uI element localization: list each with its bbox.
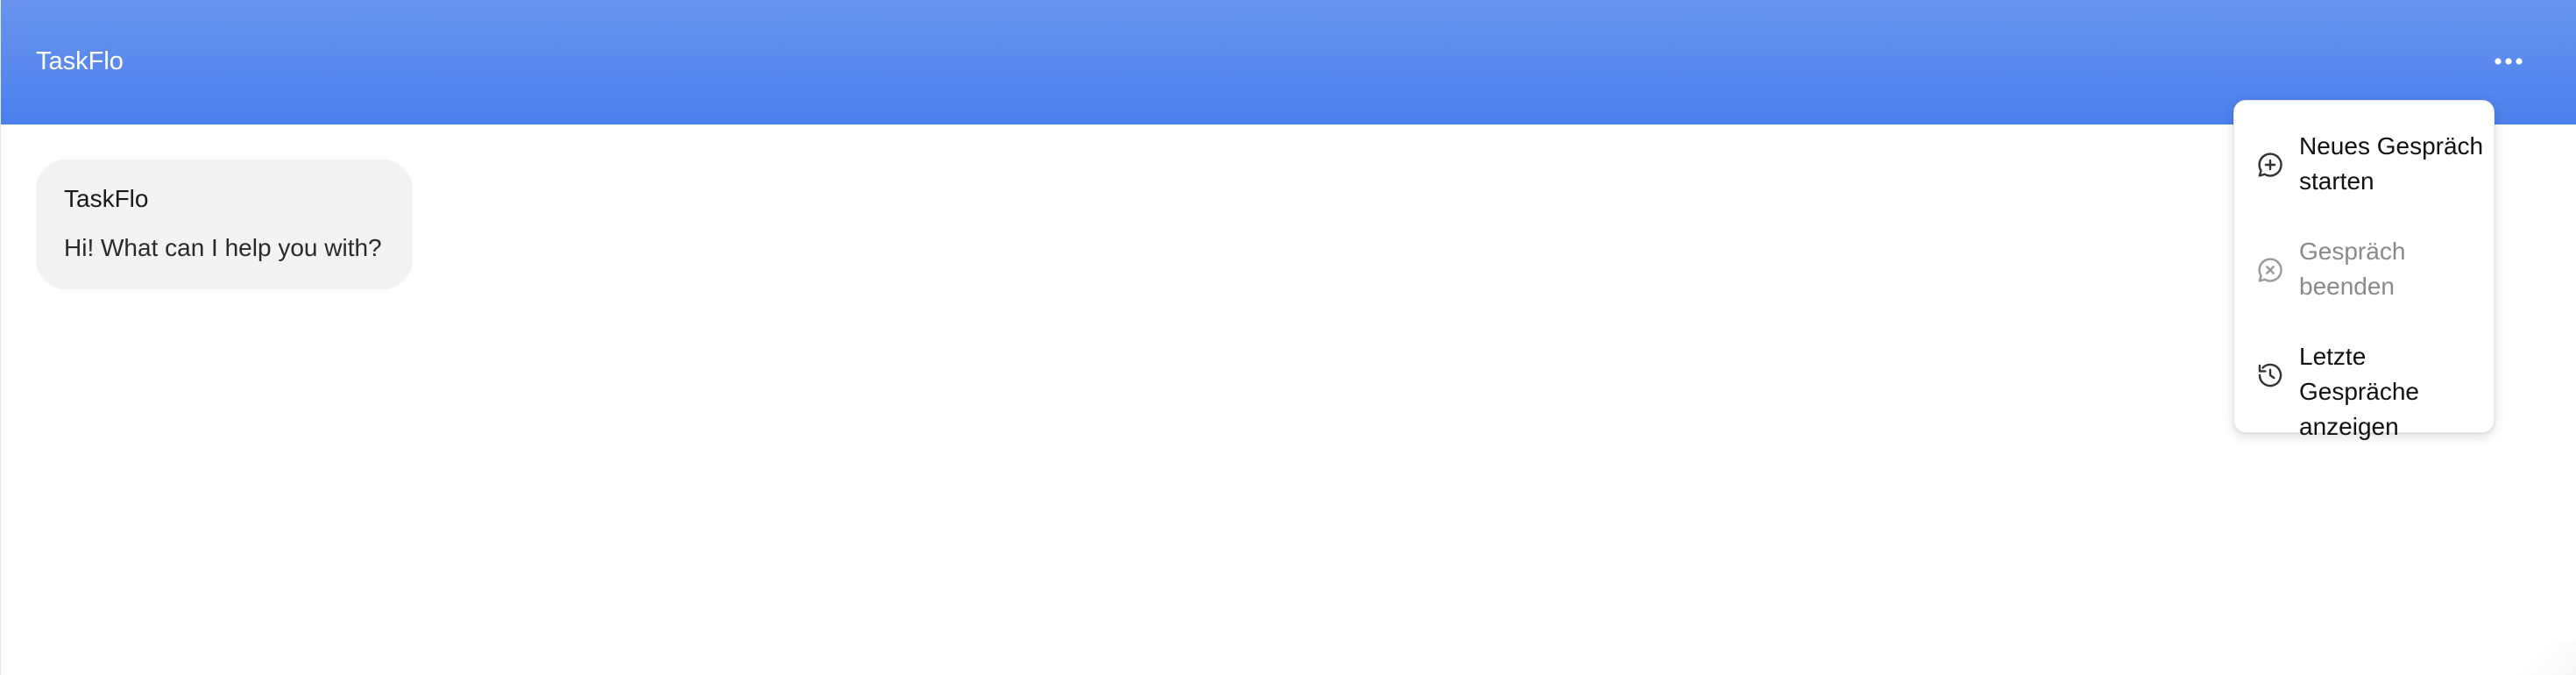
- message-text: Hi! What can I help you with?: [64, 234, 382, 261]
- menu-item-recent-conversations[interactable]: Letzte Gespräche anzeigen: [2234, 334, 2495, 440]
- history-icon: [2258, 363, 2282, 387]
- menu-item-new-conversation[interactable]: Neues Gespräch starten: [2234, 124, 2495, 211]
- bot-message: TaskFlo Hi! What can I help you with?: [36, 160, 413, 289]
- more-horizontal-icon: [2495, 58, 2523, 65]
- options-menu: Neues Gespräch starten Gespräch beenden …: [2233, 100, 2495, 440]
- menu-item-label: Letzte Gespräche anzeigen: [2299, 343, 2419, 440]
- header-title: TaskFlo: [36, 47, 124, 75]
- chat-header: TaskFlo: [1, 0, 2576, 124]
- more-options-button[interactable]: [2489, 42, 2528, 81]
- chat-widget: TaskFlo TaskFlo Hi! What can I help you …: [0, 0, 2576, 675]
- menu-item-end-conversation[interactable]: Gespräch beenden: [2234, 229, 2495, 316]
- menu-item-label: Gespräch beenden: [2299, 238, 2406, 300]
- menu-item-label: Neues Gespräch starten: [2299, 132, 2484, 195]
- corner-shade: [2506, 640, 2576, 675]
- message-sender: TaskFlo: [64, 185, 149, 212]
- chat-plus-icon: [2258, 153, 2282, 177]
- chat-close-icon: [2258, 258, 2282, 282]
